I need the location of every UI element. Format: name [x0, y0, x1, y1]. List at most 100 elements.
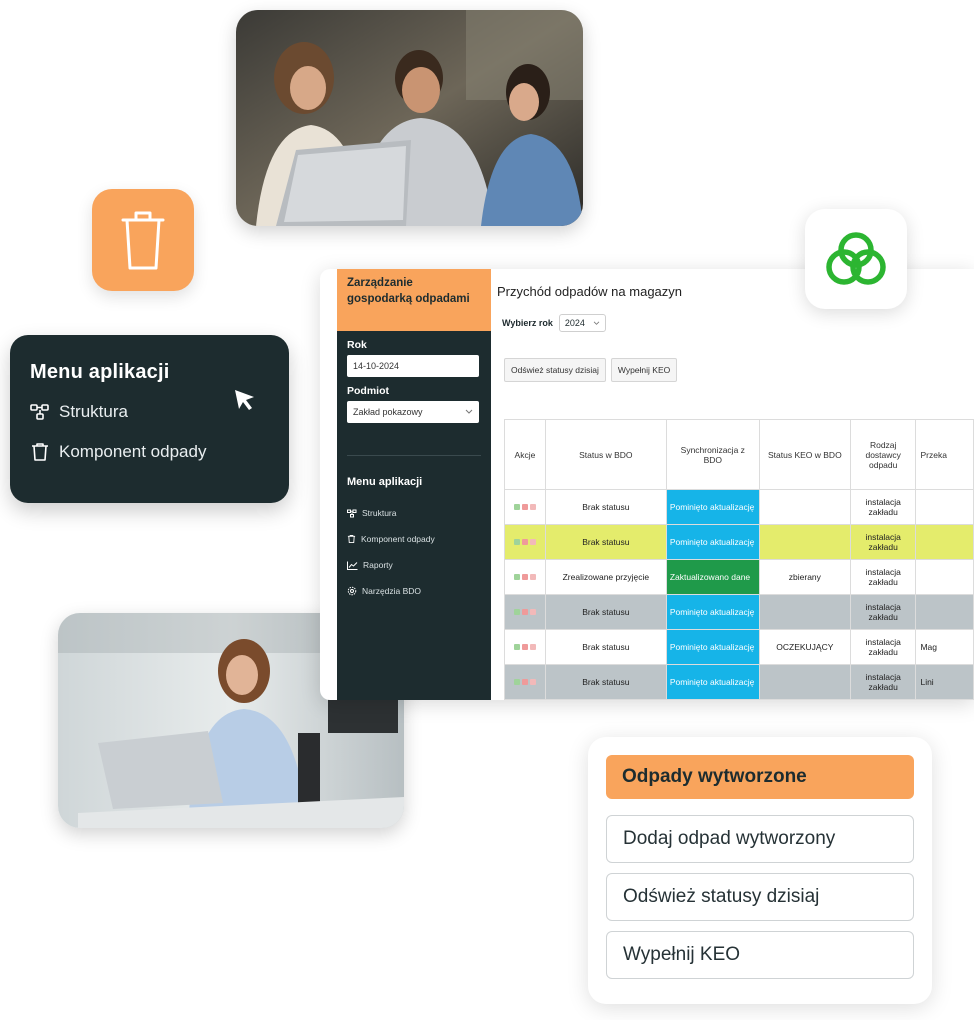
podmiot-value: Zakład pokazowy — [353, 407, 423, 417]
sidebar-item-label: Struktura — [362, 508, 397, 518]
table-row[interactable]: Brak statusu Pominięto aktualizację OCZEKU… — [504, 629, 974, 665]
page-title: Przychód odpadów na magazyn — [497, 284, 683, 299]
year-picker-row: Wybierz rok 2024 — [502, 314, 606, 332]
supplier-type-cell: instalacja zakładu — [849, 594, 917, 630]
podmiot-select[interactable]: Zakład pokazowy — [347, 401, 479, 423]
row-actions — [504, 594, 546, 630]
table-row[interactable]: Brak statusu Pominięto aktualizację instal… — [504, 524, 974, 560]
table-header-row: Akcje Status w BDO Synchronizacja z BDO … — [504, 419, 974, 490]
delete-icon[interactable] — [521, 644, 528, 650]
edit-icon[interactable] — [513, 679, 520, 685]
sidebar-item-label: Komponent odpady — [361, 534, 435, 544]
rok-label: Rok — [347, 339, 367, 351]
year-value: 2024 — [564, 318, 585, 328]
delete-icon[interactable] — [521, 609, 528, 615]
app-menu-card: Menu aplikacji Struktura Komponent odpad… — [10, 335, 289, 503]
year-label: Wybierz rok — [502, 318, 553, 328]
trash-icon — [32, 443, 48, 461]
document-icon[interactable] — [529, 609, 536, 615]
waste-actions-card: Odpady wytworzone Dodaj odpad wytworzony… — [588, 737, 932, 1004]
supplier-type-cell: instalacja zakładu — [849, 664, 917, 700]
document-icon[interactable] — [529, 504, 536, 510]
trash-icon — [121, 211, 165, 270]
transfer-cell — [915, 594, 974, 630]
column-header[interactable]: Status w BDO — [544, 419, 667, 490]
keo-status-cell: zbierany — [758, 559, 851, 595]
document-icon[interactable] — [529, 679, 536, 685]
column-header[interactable]: Przeka — [915, 419, 974, 490]
year-select[interactable]: 2024 — [558, 314, 606, 332]
column-header[interactable]: Rodzaj dostawcy odpadu — [849, 419, 917, 490]
supplier-type-cell: instalacja zakładu — [849, 489, 917, 525]
sync-cell: Pominięto aktualizację — [665, 664, 760, 700]
sidebar-item-raporty[interactable]: Raporty — [337, 552, 491, 578]
transfer-cell: Lini — [915, 664, 974, 700]
mouse-cursor-icon — [235, 390, 254, 410]
table-row[interactable]: Brak statusu Pominięto aktualizację instal… — [504, 664, 974, 700]
supplier-type-cell: instalacja zakładu — [849, 559, 917, 595]
structure-icon — [30, 404, 49, 420]
sync-cell: Pominięto aktualizację — [665, 524, 760, 560]
sidebar-divider — [347, 455, 481, 456]
table-row[interactable]: Brak statusu Pominięto aktualizację instal… — [504, 594, 974, 630]
row-actions — [504, 664, 546, 700]
trash-tile — [92, 189, 194, 291]
waste-intake-table: Akcje Status w BDO Synchronizacja z BDO … — [504, 419, 974, 700]
keo-status-cell: OCZEKUJĄCY — [758, 629, 851, 665]
app-window: Zarządzanie gospodarką odpadami Rok 14-1… — [320, 269, 974, 700]
refresh-statuses-button[interactable]: Odśwież statusy dzisiaj — [606, 873, 914, 921]
row-actions — [504, 559, 546, 595]
supplier-type-cell: instalacja zakładu — [849, 629, 917, 665]
sidebar-menu-title: Menu aplikacji — [347, 476, 423, 488]
structure-icon — [347, 509, 357, 517]
document-icon[interactable] — [529, 574, 536, 580]
fill-keo-button[interactable]: Wypełnij KEO — [610, 358, 678, 382]
document-icon[interactable] — [529, 644, 536, 650]
menu-card-title: Menu aplikacji — [30, 361, 170, 383]
edit-icon[interactable] — [513, 539, 520, 545]
document-icon[interactable] — [529, 539, 536, 545]
table-row[interactable]: Brak statusu Pominięto aktualizację instal… — [504, 489, 974, 525]
row-actions — [504, 489, 546, 525]
add-generated-waste-button[interactable]: Dodaj odpad wytworzony — [606, 815, 914, 863]
sidebar-item-komponent-odpady[interactable]: Komponent odpady — [337, 526, 491, 552]
column-header[interactable]: Akcje — [504, 419, 546, 490]
podmiot-label: Podmiot — [347, 385, 389, 397]
menu-card-item-komponent-odpady[interactable]: Komponent odpady — [30, 442, 269, 462]
sidebar-item-narzedzia-bdo[interactable]: Narzędzia BDO — [337, 578, 491, 604]
sidebar-title: Zarządzanie gospodarką odpadami — [337, 269, 491, 331]
rok-input[interactable]: 14-10-2024 — [347, 355, 479, 377]
keo-status-cell — [758, 594, 851, 630]
fill-keo-button[interactable]: Wypełnij KEO — [606, 931, 914, 979]
delete-icon[interactable] — [521, 574, 528, 580]
status-cell: Brak statusu — [544, 524, 667, 560]
delete-icon[interactable] — [521, 679, 528, 685]
transfer-cell — [915, 524, 974, 560]
table-row[interactable]: Zrealizowane przyjęcie Zaktualizowano dan… — [504, 559, 974, 595]
team-photo — [236, 10, 583, 226]
rok-value: 14-10-2024 — [353, 361, 400, 371]
edit-icon[interactable] — [513, 504, 520, 510]
sidebar-item-struktura[interactable]: Struktura — [337, 500, 491, 526]
transfer-cell: Mag — [915, 629, 974, 665]
edit-icon[interactable] — [513, 574, 520, 580]
main-panel: Przychód odpadów na magazyn Wybierz rok … — [491, 269, 974, 700]
transfer-cell — [915, 559, 974, 595]
edit-icon[interactable] — [513, 644, 520, 650]
sidebar: Zarządzanie gospodarką odpadami Rok 14-1… — [337, 269, 491, 700]
column-header[interactable]: Status KEO w BDO — [758, 419, 851, 490]
sync-cell: Pominięto aktualizację — [665, 594, 760, 630]
column-header[interactable]: Synchronizacja z BDO — [665, 419, 760, 490]
sync-cell: Pominięto aktualizację — [665, 489, 760, 525]
row-actions — [504, 524, 546, 560]
gear-icon — [347, 586, 357, 596]
keo-status-cell — [758, 664, 851, 700]
chart-icon — [347, 561, 358, 570]
delete-icon[interactable] — [521, 504, 528, 510]
refresh-statuses-button[interactable]: Odśwież statusy dzisiaj — [504, 358, 606, 382]
app-logo-icon — [826, 232, 886, 285]
edit-icon[interactable] — [513, 609, 520, 615]
logo-tile — [805, 209, 907, 309]
trash-icon — [347, 534, 356, 544]
delete-icon[interactable] — [521, 539, 528, 545]
